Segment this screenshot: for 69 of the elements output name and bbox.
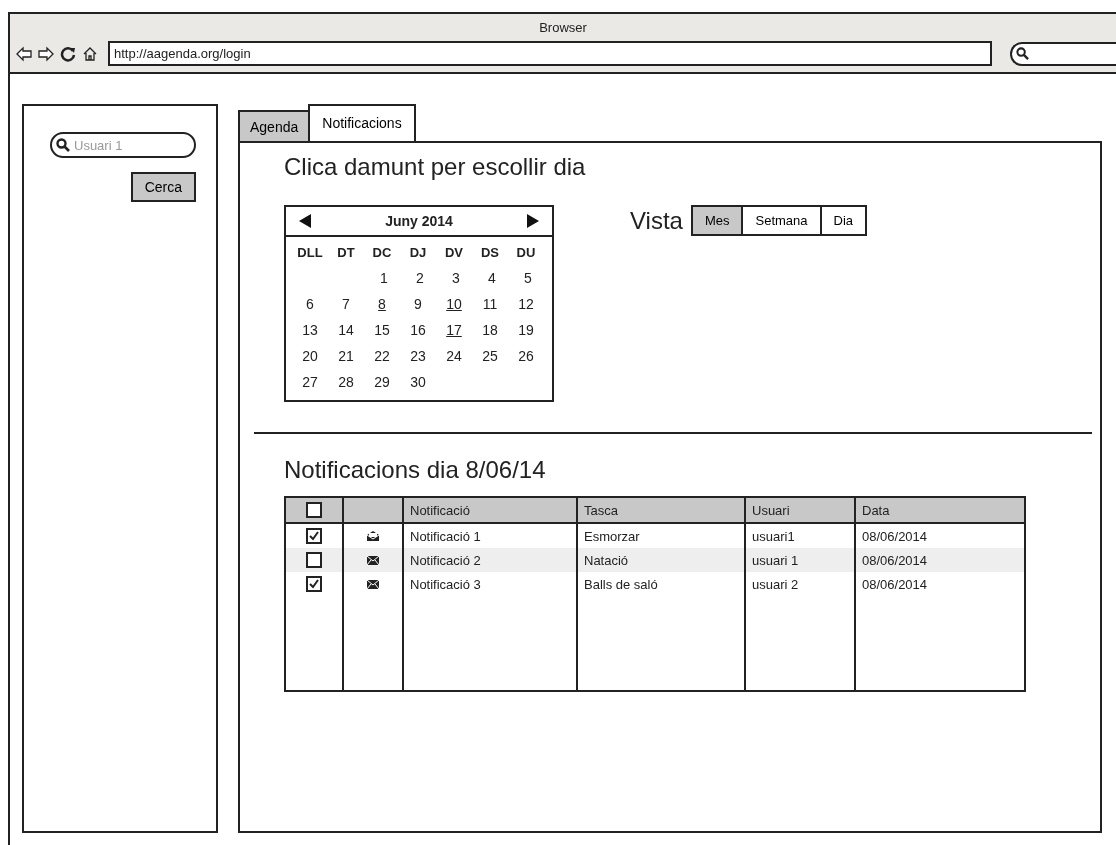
weekday-label: DC [371, 245, 393, 260]
weekday-label: DS [479, 245, 501, 260]
column-header: Usuari [744, 498, 854, 524]
weekday-label: DU [515, 245, 537, 260]
forward-arrow-icon[interactable] [38, 45, 54, 62]
weekday-label: DV [443, 245, 465, 260]
address-bar[interactable]: http://aagenda.org/login [108, 41, 992, 66]
calendar-day[interactable]: 6 [292, 296, 328, 312]
calendar-day[interactable]: 14 [328, 322, 364, 338]
calendar-day[interactable]: 30 [400, 374, 436, 390]
calendar-day[interactable]: 12 [508, 296, 544, 312]
view-option[interactable]: Mes [692, 207, 742, 234]
user-search-field[interactable]: Usuari 1 [50, 132, 196, 158]
back-arrow-icon[interactable] [16, 45, 32, 62]
calendar-day[interactable]: 9 [400, 296, 436, 312]
calendar-day[interactable]: 2 [402, 270, 438, 286]
column-header: Data [854, 498, 1024, 524]
calendar-day[interactable]: 4 [474, 270, 510, 286]
calendar-day[interactable]: 11 [472, 296, 508, 312]
calendar-day[interactable]: 28 [328, 374, 364, 390]
calendar-day[interactable]: 25 [472, 348, 508, 364]
reload-icon[interactable] [60, 45, 76, 62]
calendar-day[interactable]: 27 [292, 374, 328, 390]
calendar-day[interactable]: 8 [364, 296, 400, 312]
next-month-icon[interactable] [526, 213, 540, 229]
table-cell: usuari 1 [744, 548, 854, 572]
search-icon [56, 138, 70, 152]
calendar-day[interactable]: 13 [292, 322, 328, 338]
table-cell: Natació [576, 548, 744, 572]
calendar-day[interactable]: 23 [400, 348, 436, 364]
calendar-day[interactable]: 10 [436, 296, 472, 312]
search-button[interactable]: Cerca [130, 172, 196, 202]
weekday-label: DJ [408, 245, 428, 260]
home-icon[interactable] [82, 45, 98, 62]
calendar-day[interactable]: 7 [328, 296, 364, 312]
calendar-day[interactable]: 15 [364, 322, 400, 338]
checkbox[interactable] [306, 576, 322, 592]
calendar-day[interactable]: 29 [364, 374, 400, 390]
checkbox[interactable] [306, 502, 322, 518]
previous-month-icon[interactable] [298, 213, 312, 229]
calendar-day[interactable]: 19 [508, 322, 544, 338]
calendar-day[interactable]: 26 [508, 348, 544, 364]
weekday-label: DT [336, 245, 356, 260]
column-header: Tasca [576, 498, 744, 524]
section-title: Notificacions dia 8/06/14 [284, 456, 547, 484]
calendar-day[interactable]: 24 [436, 348, 472, 364]
column-header: Notificació [402, 498, 576, 524]
calendar-day[interactable]: 22 [364, 348, 400, 364]
calendar-day[interactable]: 20 [292, 348, 328, 364]
search-icon [1016, 47, 1029, 60]
month-title: Juny 2014 [385, 213, 453, 229]
calendar-day[interactable]: 1 [366, 270, 402, 286]
view-label: Vista [630, 206, 683, 235]
window-title: Browser [539, 20, 587, 35]
table-cell: Notificació 2 [402, 548, 576, 572]
checkbox[interactable] [306, 552, 322, 568]
weekday-label: DLL [296, 245, 324, 260]
browser-search-field[interactable] [1010, 41, 1116, 66]
calendar-day[interactable]: 3 [438, 270, 474, 286]
calendar-day[interactable]: 21 [328, 348, 364, 364]
table-cell: 08/06/2014 [854, 548, 1024, 572]
tab[interactable]: Agenda [238, 110, 311, 143]
calendar-day[interactable]: 18 [472, 322, 508, 338]
calendar-day[interactable]: 5 [510, 270, 546, 286]
checkbox[interactable] [306, 528, 322, 544]
heading: Clica damunt per escollir dia [284, 153, 587, 181]
calendar-day[interactable]: 17 [436, 322, 472, 338]
calendar-day[interactable]: 16 [400, 322, 436, 338]
tab[interactable]: Notificacions [308, 104, 416, 143]
